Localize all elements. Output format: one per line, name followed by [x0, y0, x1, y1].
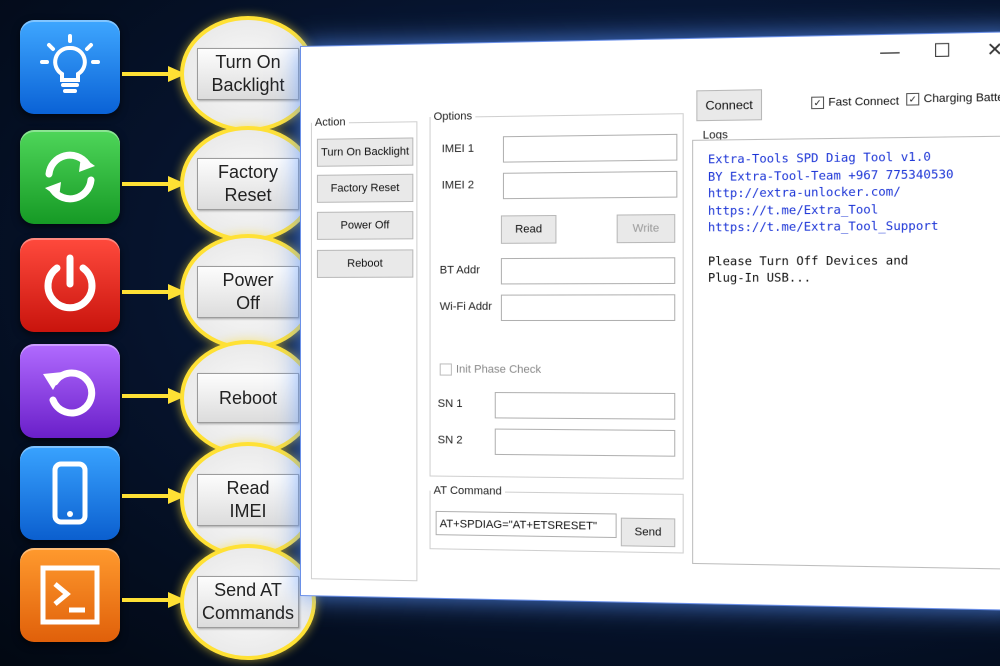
send-button[interactable]: Send	[621, 518, 675, 548]
callout-read-imei: Read IMEI	[180, 442, 316, 558]
log-line: https://t.me/Extra_Tool_Support	[708, 217, 954, 236]
read-imei-callout-button: Read IMEI	[197, 474, 299, 526]
phone-tile	[20, 446, 120, 540]
callout-label: Send AT	[214, 580, 282, 600]
callout-label: Factory	[218, 162, 278, 182]
imei1-label: IMEI 1	[442, 143, 474, 156]
arrow-icon	[122, 282, 188, 302]
power-off-callout-button: Power Off	[197, 266, 299, 318]
callout-label: Reset	[224, 185, 271, 205]
factory-reset-button[interactable]: Factory Reset	[317, 174, 413, 203]
minimize-button[interactable]: —	[874, 41, 907, 64]
charging-battery-label: Charging Battery	[924, 91, 1000, 105]
bt-addr-input[interactable]	[501, 257, 675, 284]
imei2-input[interactable]	[503, 171, 677, 199]
callout-reboot: Reboot	[180, 340, 316, 456]
callout-power-off: Power Off	[180, 234, 316, 350]
action-legend: Action	[312, 116, 349, 129]
log-line: Plug-In USB...	[708, 269, 954, 287]
logs-content: Extra-Tools SPD Diag Tool v1.0 BY Extra-…	[708, 148, 954, 287]
power-icon	[37, 252, 103, 318]
callout-label: Read	[226, 478, 269, 498]
phone-icon	[37, 460, 103, 526]
init-phase-checkbox[interactable]	[440, 363, 452, 375]
lightbulb-tile	[20, 20, 120, 114]
wifi-addr-input[interactable]	[501, 294, 675, 321]
options-legend: Options	[431, 110, 476, 123]
fast-connect-label: Fast Connect	[828, 95, 899, 109]
callout-label: Backlight	[211, 75, 284, 95]
fast-connect-check[interactable]: ✓ Fast Connect	[811, 95, 899, 109]
log-line: https://t.me/Extra_Tool	[708, 200, 954, 219]
callout-label: Power	[222, 270, 273, 290]
bt-addr-label: BT Addr	[440, 264, 480, 276]
sn2-label: SN 2	[438, 434, 463, 446]
init-phase-label: Init Phase Check	[456, 363, 541, 375]
callout-label: Off	[236, 293, 260, 313]
read-button[interactable]: Read	[501, 215, 557, 244]
at-command-input[interactable]: AT+SPDIAG="AT+ETSRESET"	[436, 511, 617, 538]
sync-tile	[20, 130, 120, 224]
arrow-icon	[122, 386, 188, 406]
sn2-input[interactable]	[495, 429, 676, 457]
arrow-icon	[122, 590, 188, 610]
callout-send-at: Send AT Commands	[180, 544, 316, 660]
callout-label: IMEI	[229, 501, 266, 521]
power-off-button[interactable]: Power Off	[317, 211, 413, 240]
imei1-input[interactable]	[503, 134, 677, 163]
callout-label: Commands	[202, 603, 294, 623]
refresh-tile	[20, 344, 120, 438]
log-line: http://extra-unlocker.com/	[708, 183, 954, 202]
arrow-icon	[122, 64, 188, 84]
imei2-label: IMEI 2	[442, 179, 474, 191]
lightbulb-icon	[37, 34, 103, 100]
close-button[interactable]: ✕	[978, 39, 1000, 62]
arrow-icon	[122, 486, 188, 506]
wifi-addr-label: Wi-Fi Addr	[440, 301, 492, 313]
at-command-legend: AT Command	[431, 485, 505, 498]
log-line: Extra-Tools SPD Diag Tool v1.0	[708, 148, 954, 168]
log-line: BY Extra-Tool-Team +967 775340530	[708, 165, 954, 185]
arrow-icon	[122, 174, 188, 194]
callout-label: Turn On	[215, 52, 280, 72]
connect-button[interactable]: Connect	[696, 89, 762, 121]
app-window: — ☐ ✕ Action Turn On Backlight Factory R…	[300, 31, 1000, 611]
terminal-tile	[20, 548, 120, 642]
power-tile	[20, 238, 120, 332]
reboot-button[interactable]: Reboot	[317, 249, 413, 278]
fast-connect-checkbox[interactable]: ✓	[811, 97, 824, 110]
sync-icon	[37, 144, 103, 210]
turn-on-backlight-button[interactable]: Turn On Backlight	[317, 137, 413, 166]
callout-backlight: Turn On Backlight	[180, 16, 316, 132]
write-button[interactable]: Write	[617, 214, 676, 243]
log-line: Please Turn Off Devices and	[708, 251, 954, 269]
refresh-icon	[37, 358, 103, 424]
factory-reset-callout-button: Factory Reset	[197, 158, 299, 210]
sn1-label: SN 1	[438, 398, 463, 410]
callout-label: Reboot	[219, 387, 277, 410]
charging-battery-check[interactable]: ✓ Charging Battery	[906, 91, 1000, 105]
reboot-callout-button: Reboot	[197, 373, 299, 423]
options-group: Options	[430, 107, 684, 479]
maximize-button[interactable]: ☐	[926, 40, 959, 63]
backlight-callout-button: Turn On Backlight	[197, 48, 299, 100]
charging-battery-checkbox[interactable]: ✓	[906, 93, 919, 106]
callout-factory-reset: Factory Reset	[180, 126, 316, 242]
logs-panel: Extra-Tools SPD Diag Tool v1.0 BY Extra-…	[692, 136, 1000, 570]
sn1-input[interactable]	[495, 392, 676, 420]
init-phase-check[interactable]: Init Phase Check	[440, 363, 541, 376]
send-at-callout-button: Send AT Commands	[197, 576, 299, 628]
terminal-icon	[37, 562, 103, 628]
